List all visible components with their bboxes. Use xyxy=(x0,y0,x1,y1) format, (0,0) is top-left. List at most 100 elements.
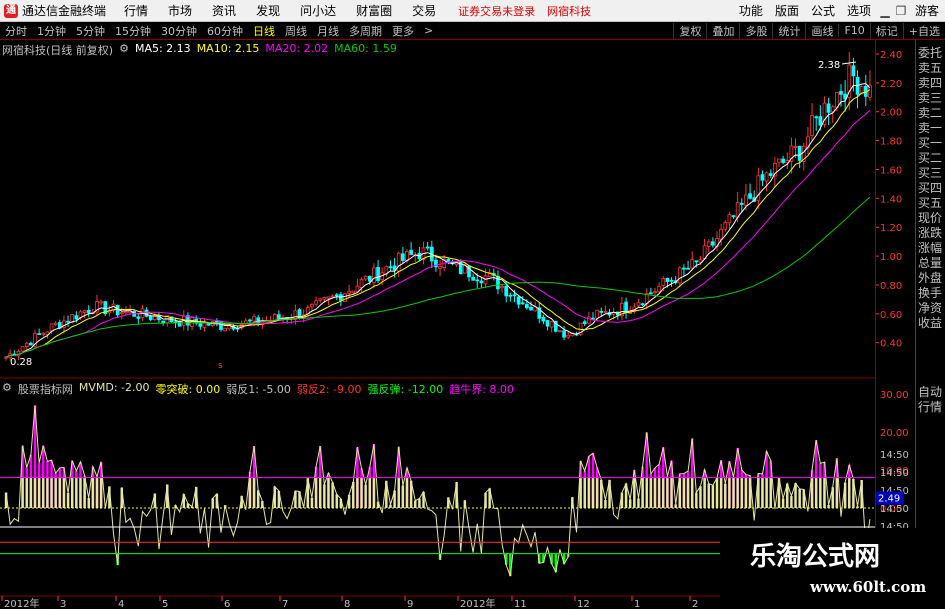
side-tab-18[interactable]: 收益 xyxy=(916,316,942,331)
menu-item-wealth[interactable]: 财富圈 xyxy=(346,2,402,19)
candle-body xyxy=(731,215,736,218)
period-more[interactable]: 更多 xyxy=(387,23,419,39)
side-tab-14[interactable]: 总量 xyxy=(916,256,942,271)
candle-body xyxy=(545,320,550,327)
tool-f10[interactable]: F10 xyxy=(838,24,869,37)
side-tab-3[interactable]: 卖三 xyxy=(916,91,942,106)
candle-body xyxy=(144,309,149,317)
candle-body xyxy=(677,267,682,284)
price-tick: 0.40 xyxy=(880,339,902,350)
guest-label[interactable]: 游客 xyxy=(909,2,945,19)
candle-body xyxy=(727,214,732,224)
ma10-value: MA10: 2.15 xyxy=(196,42,260,55)
menu-item-ask[interactable]: 问小达 xyxy=(290,2,346,19)
settings-icon[interactable]: ⚙ xyxy=(119,42,129,58)
ma60-value: MA60: 1.59 xyxy=(334,42,397,55)
time-axis-label: 6 xyxy=(224,599,230,609)
indicator-settings-icon[interactable]: ⚙ xyxy=(2,381,12,397)
candle-body xyxy=(839,90,843,95)
tool-multi-stock[interactable]: 多股 xyxy=(739,22,772,39)
tool-mark[interactable]: 标记 xyxy=(869,22,903,39)
menu-item-discover[interactable]: 发现 xyxy=(246,2,290,19)
period-60min[interactable]: 60分钟 xyxy=(202,23,248,39)
candle-body xyxy=(314,300,318,305)
side-tab-13[interactable]: 涨幅 xyxy=(916,241,942,256)
candle-body xyxy=(657,286,661,293)
login-alert[interactable]: 证券交易未登录 xyxy=(458,3,535,19)
price-tick: 1.80 xyxy=(880,137,902,148)
time-axis-label: 3 xyxy=(60,599,66,609)
chart-area[interactable]: 2012年 3 4 5 6 7 8 9 2012年 11 12 1 2 2.38 0.28 s 网宿科技… xyxy=(0,40,875,609)
price-tick: 1.60 xyxy=(880,165,902,176)
side-tab-7[interactable]: 买二 xyxy=(916,151,942,166)
chart-canvas[interactable]: 2012年 3 4 5 6 7 8 9 2012年 11 12 1 2 2.38 0.28 s xyxy=(0,40,875,609)
side-tab-8[interactable]: 买三 xyxy=(916,166,942,181)
period-intraday[interactable]: 分时 xyxy=(0,23,32,39)
candle-body xyxy=(53,322,58,325)
time-axis-label: 4 xyxy=(118,599,124,609)
period-multi[interactable]: 多周期 xyxy=(344,23,387,39)
candle-body xyxy=(66,320,70,323)
period-5min[interactable]: 5分钟 xyxy=(71,23,110,39)
candle-body xyxy=(496,275,500,290)
side-tab-17[interactable]: 净资 xyxy=(916,301,942,316)
menu-item-market[interactable]: 市场 xyxy=(158,2,202,19)
menu-options[interactable]: 选项 xyxy=(841,2,877,19)
candle-body xyxy=(4,356,8,359)
candle-body xyxy=(124,311,128,314)
candle-body xyxy=(37,333,41,335)
side-tab-11[interactable]: 现价 xyxy=(916,211,942,226)
menu-function[interactable]: 功能 xyxy=(733,2,769,19)
price-tick: 2.40 xyxy=(880,50,902,61)
side-tab-15[interactable]: 外盘 xyxy=(916,271,942,286)
menu-item-trade[interactable]: 交易 xyxy=(402,2,446,19)
side-tab-9[interactable]: 买四 xyxy=(916,181,942,196)
side-tab-16[interactable]: 换手 xyxy=(916,286,942,301)
period-weekly[interactable]: 周线 xyxy=(280,23,312,39)
period-15min[interactable]: 15分钟 xyxy=(110,23,156,39)
menu-layout[interactable]: 版面 xyxy=(769,2,805,19)
time-tick: 14:50 xyxy=(880,450,909,461)
indicator-title[interactable]: 股票指标网 xyxy=(18,381,73,397)
tool-stats[interactable]: 统计 xyxy=(772,22,805,39)
side-tab-0[interactable]: 委托 xyxy=(916,46,942,61)
strong-value: 强反弹: -12.00 xyxy=(367,383,444,396)
side-tab-2[interactable]: 卖四 xyxy=(916,76,942,91)
candle-body xyxy=(86,309,91,314)
side-tab-12[interactable]: 涨跌 xyxy=(916,226,942,241)
candle-body xyxy=(508,294,513,297)
candle-body xyxy=(49,323,54,332)
candle-body xyxy=(595,309,599,319)
tool-draw[interactable]: 画线 xyxy=(805,22,838,39)
restore-icon[interactable]: ❐ xyxy=(893,4,909,18)
menu-item-quotes[interactable]: 行情 xyxy=(114,2,158,19)
side-tab-5[interactable]: 卖一 xyxy=(916,121,942,136)
main-panel-title[interactable]: 网宿科技(日线 前复权) xyxy=(2,42,113,58)
side-tab-1[interactable]: 卖五 xyxy=(916,61,942,76)
side-tab-lower-1[interactable]: 行情 xyxy=(916,400,942,415)
candle-body xyxy=(115,304,120,316)
candle-body xyxy=(739,202,744,205)
weak1-value: 弱反1: -5.00 xyxy=(226,383,291,396)
side-tab-6[interactable]: 买一 xyxy=(916,136,942,151)
tool-adjust[interactable]: 复权 xyxy=(673,22,706,39)
tool-add-watch[interactable]: +自选 xyxy=(902,22,945,39)
menu-formula[interactable]: 公式 xyxy=(805,2,841,19)
period-30min[interactable]: 30分钟 xyxy=(156,23,202,39)
period-monthly[interactable]: 月线 xyxy=(312,23,344,39)
side-tab-lower-0[interactable]: 自动 xyxy=(916,385,942,400)
tool-overlay[interactable]: 叠加 xyxy=(706,22,739,39)
price-tick: 2.00 xyxy=(880,108,902,119)
menu-item-news[interactable]: 资讯 xyxy=(202,2,246,19)
candle-body xyxy=(566,334,571,338)
candle-body xyxy=(318,298,323,301)
period-daily[interactable]: 日线 xyxy=(248,23,280,39)
side-tab-10[interactable]: 买五 xyxy=(916,196,942,211)
weak2-value: 弱反2: -9.00 xyxy=(296,383,362,396)
chevron-right-icon[interactable]: > xyxy=(419,24,438,37)
side-tab-4[interactable]: 卖二 xyxy=(916,106,942,121)
app-logo-icon: 通 xyxy=(4,3,18,18)
candle-body xyxy=(748,193,752,199)
period-1min[interactable]: 1分钟 xyxy=(32,23,71,39)
minimize-icon[interactable]: ▁ xyxy=(877,4,893,18)
